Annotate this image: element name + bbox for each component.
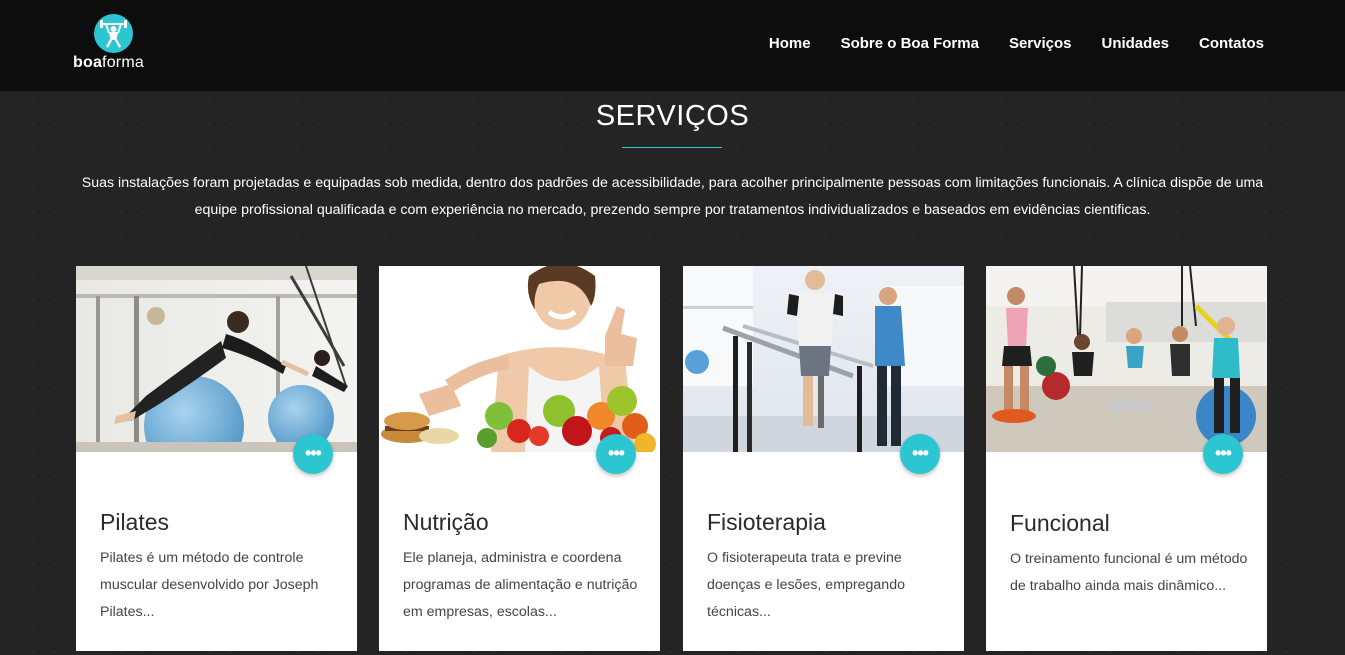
weightlifter-icon (94, 14, 133, 53)
more-button-pilates[interactable]: ••• (293, 434, 333, 474)
service-card-pilates: ••• Pilates Pilates é um método de contr… (76, 266, 357, 651)
nutrition-photo (379, 266, 660, 452)
card-description: O fisioterapeuta trata e previne doenças… (707, 550, 905, 620)
nav-services[interactable]: Serviços (1009, 35, 1072, 52)
card-title: Nutrição (403, 509, 489, 535)
ellipsis-icon: ••• (912, 443, 929, 463)
ellipsis-icon: ••• (608, 443, 625, 463)
card-description: Pilates é um método de controle muscular… (100, 550, 319, 620)
section-title: SERVIÇOS (595, 100, 750, 132)
card-title: Pilates (100, 509, 170, 535)
ellipsis-icon: ••• (305, 443, 322, 463)
site-header: boaforma Home Sobre o Boa Forma Serviços… (0, 0, 1345, 91)
nav-about[interactable]: Sobre o Boa Forma (841, 35, 979, 52)
card-description: O treinamento funcional é um método de t… (1010, 551, 1248, 594)
brand-wordmark: boaforma (73, 54, 144, 72)
nav-units[interactable]: Unidades (1101, 35, 1169, 52)
more-button-physiotherapy[interactable]: ••• (900, 434, 940, 474)
functional-training-photo (986, 266, 1267, 452)
service-card-physiotherapy: ••• Fisioterapia O fisioterapeuta trata … (683, 266, 964, 651)
card-title: Funcional (1010, 510, 1110, 536)
card-title: Fisioterapia (707, 509, 826, 535)
services-section: SERVIÇOS Suas instalações foram projetad… (0, 91, 1345, 655)
service-card-functional: ••• Funcional O treinamento funcional é … (986, 266, 1267, 651)
ellipsis-icon: ••• (1215, 443, 1232, 463)
service-card-nutrition: ••• Nutrição Ele planeja, administra e c… (379, 266, 660, 651)
main-nav: Home Sobre o Boa Forma Serviços Unidades… (739, 35, 1264, 52)
title-underline (622, 147, 722, 148)
brand-name-bold: boa (73, 54, 103, 71)
physiotherapy-photo (683, 266, 964, 452)
more-button-nutrition[interactable]: ••• (596, 434, 636, 474)
more-button-functional[interactable]: ••• (1203, 434, 1243, 474)
brand-logo[interactable]: boaforma (72, 12, 156, 74)
nav-home[interactable]: Home (769, 35, 811, 52)
section-intro: Suas instalações foram projetadas e equi… (81, 175, 1264, 218)
card-description: Ele planeja, administra e coordena progr… (403, 550, 638, 620)
brand-name-light: forma (102, 54, 144, 71)
nav-contacts[interactable]: Contatos (1199, 35, 1264, 52)
pilates-photo (76, 266, 357, 452)
